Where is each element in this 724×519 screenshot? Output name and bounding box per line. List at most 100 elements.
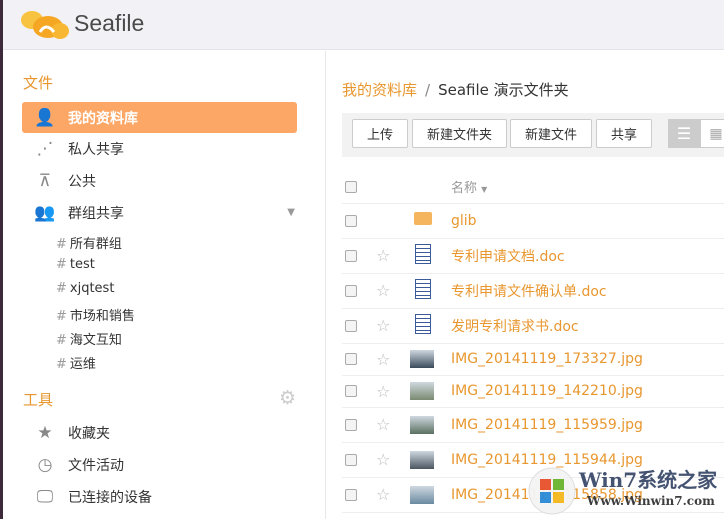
- table-row[interactable]: ☆ 专利申请文档.doc: [342, 238, 724, 274]
- grid-view-button[interactable]: ▦: [700, 119, 724, 148]
- group-item[interactable]: # 市场和销售: [56, 305, 135, 324]
- new-file-button[interactable]: 新建文件: [510, 119, 592, 148]
- sort-caret-icon: ▼: [481, 185, 488, 195]
- table-row[interactable]: ☆ 发明专利请求书.doc: [342, 308, 724, 344]
- history-icon: ◷: [37, 454, 53, 475]
- label: 文件活动: [68, 457, 124, 474]
- top-header: Seafile: [3, 0, 724, 50]
- folder-icon: [414, 212, 432, 225]
- separator: /: [425, 81, 431, 99]
- breadcrumb: 我的资料库 / Seafile 演示文件夹: [342, 79, 569, 100]
- table-row[interactable]: glib: [342, 203, 724, 239]
- file-name-link[interactable]: 专利申请文档.doc: [451, 249, 565, 265]
- sidebar-item-private-share[interactable]: ⋰ 私人共享: [22, 133, 297, 164]
- group-item[interactable]: # 运维: [56, 353, 96, 372]
- sidebar: 文件 👤 我的资料库 ⋰ 私人共享 ⊼ 公共 👥 群组共享 ▼ # 所有群组 # test #…: [3, 51, 326, 519]
- tools-heading: 工具: [23, 391, 54, 409]
- group-item[interactable]: # 所有群组: [56, 233, 122, 252]
- star-icon[interactable]: ☆: [376, 350, 390, 369]
- table-row[interactable]: ☆ IMG_20141119_115959.jpg: [342, 407, 724, 443]
- label: test: [69, 257, 95, 272]
- row-checkbox[interactable]: [345, 249, 357, 262]
- file-name-link[interactable]: IMG_20141119_173327.jpg: [451, 351, 643, 367]
- label: 公共: [68, 173, 96, 190]
- doc-file-icon: [415, 243, 431, 264]
- image-thumbnail[interactable]: [410, 450, 434, 469]
- row-checkbox[interactable]: [345, 453, 357, 466]
- file-name-link[interactable]: IMG_20141119_142210.jpg: [451, 383, 643, 399]
- star-icon[interactable]: ☆: [376, 450, 390, 469]
- label: 已连接的设备: [68, 489, 152, 506]
- image-thumbnail[interactable]: [410, 382, 434, 400]
- watermark: Win7系统之家 Www.Winwin7.com: [527, 462, 724, 519]
- table-row[interactable]: ☆ IMG_20141119_173327.jpg: [342, 343, 724, 376]
- file-name-link[interactable]: glib: [451, 213, 477, 229]
- row-checkbox[interactable]: [345, 488, 357, 501]
- user-icon: 👤: [34, 107, 56, 128]
- sidebar-item-favorites[interactable]: ★ 收藏夹: [22, 417, 297, 448]
- doc-file-icon: [415, 278, 431, 299]
- label: 名称: [451, 181, 478, 197]
- upload-button[interactable]: 上传: [352, 119, 408, 148]
- file-name-link[interactable]: IMG_20141119_115959.jpg: [451, 417, 643, 433]
- chevron-down-icon[interactable]: ▼: [287, 207, 295, 218]
- file-name-link[interactable]: 专利申请文件确认单.doc: [451, 284, 607, 300]
- image-thumbnail[interactable]: [410, 350, 434, 368]
- label: 私人共享: [68, 141, 124, 158]
- star-icon[interactable]: ☆: [376, 485, 390, 504]
- sidebar-item-group-share[interactable]: 👥 群组共享 ▼: [22, 197, 297, 228]
- group-item[interactable]: # test: [56, 257, 95, 272]
- row-checkbox[interactable]: [345, 353, 357, 365]
- star-icon[interactable]: ☆: [376, 316, 390, 335]
- list-view-button[interactable]: ☰: [668, 119, 700, 148]
- star-icon[interactable]: ☆: [376, 382, 390, 401]
- gear-icon[interactable]: ⚙: [279, 387, 296, 409]
- label: 我的资料库: [68, 110, 138, 127]
- cloud-logo-icon: [21, 11, 69, 39]
- files-heading: 文件: [23, 74, 54, 92]
- select-all-checkbox[interactable]: [345, 180, 357, 193]
- label: 群组共享: [68, 205, 124, 222]
- org-icon: ⊼: [38, 170, 52, 191]
- label: 海文互知: [69, 333, 122, 348]
- sidebar-item-activity[interactable]: ◷ 文件活动: [22, 449, 297, 480]
- share-button[interactable]: 共享: [596, 119, 652, 148]
- row-checkbox[interactable]: [345, 385, 357, 397]
- grid-icon: ▦: [709, 125, 723, 142]
- doc-file-icon: [415, 313, 431, 334]
- label: 所有群组: [69, 237, 122, 252]
- watermark-title: Win7系统之家: [579, 468, 718, 492]
- sidebar-item-public[interactable]: ⊼ 公共: [22, 165, 297, 196]
- toolbar: 上传 新建文件夹 新建文件 共享 ☰ ▦: [342, 113, 724, 157]
- star-icon[interactable]: ☆: [376, 281, 390, 300]
- group-item[interactable]: # xjqtest: [56, 281, 114, 296]
- new-folder-button[interactable]: 新建文件夹: [412, 119, 507, 148]
- star-icon[interactable]: ☆: [376, 246, 390, 265]
- breadcrumb-root[interactable]: 我的资料库: [342, 81, 417, 99]
- file-name-link[interactable]: 发明专利请求书.doc: [451, 319, 579, 335]
- table-header: 名称 ▼: [342, 171, 724, 204]
- row-checkbox[interactable]: [345, 284, 357, 297]
- monitor-icon: 🖵: [36, 486, 54, 507]
- windows-logo-icon: [528, 467, 576, 515]
- row-checkbox[interactable]: [345, 319, 357, 332]
- table-row[interactable]: ☆ IMG_20141119_142210.jpg: [342, 375, 724, 408]
- image-thumbnail[interactable]: [410, 415, 434, 434]
- breadcrumb-current: Seafile 演示文件夹: [438, 81, 569, 99]
- name-column-header[interactable]: 名称 ▼: [451, 171, 724, 204]
- sidebar-item-devices[interactable]: 🖵 已连接的设备: [22, 481, 297, 512]
- group-item[interactable]: # 海文互知: [56, 329, 122, 348]
- seafile-logo[interactable]: Seafile: [18, 6, 144, 40]
- list-icon: ☰: [676, 124, 692, 143]
- star-icon: ★: [37, 422, 53, 443]
- watermark-url: Www.Winwin7.com: [587, 494, 715, 508]
- row-checkbox[interactable]: [345, 418, 357, 431]
- logo-text: Seafile: [74, 9, 145, 36]
- table-row[interactable]: ☆ 专利申请文件确认单.doc: [342, 273, 724, 309]
- row-checkbox[interactable]: [345, 214, 357, 227]
- image-thumbnail[interactable]: [410, 485, 434, 504]
- star-icon[interactable]: ☆: [376, 415, 390, 434]
- label: xjqtest: [69, 281, 115, 296]
- group-icon: 👥: [34, 202, 56, 223]
- sidebar-item-my-libraries[interactable]: 👤 我的资料库: [22, 102, 297, 133]
